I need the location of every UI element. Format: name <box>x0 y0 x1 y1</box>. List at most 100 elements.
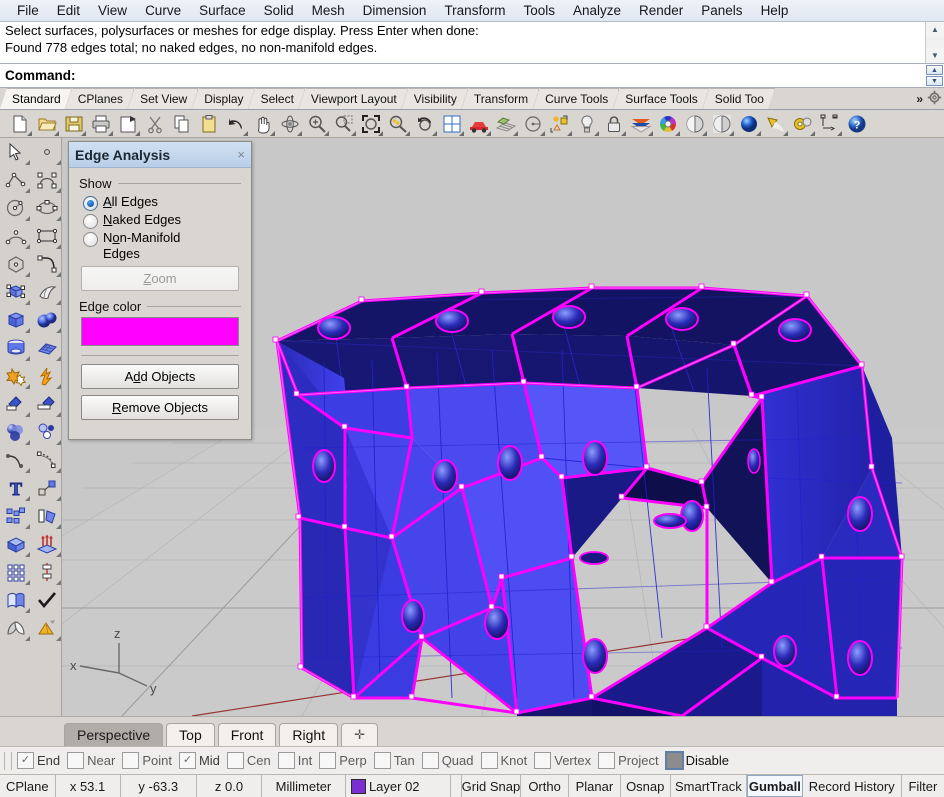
surface-grid-icon[interactable] <box>31 334 62 362</box>
menu-item-view[interactable]: View <box>89 1 136 20</box>
rotate-view-icon[interactable] <box>276 111 303 137</box>
tab-surface-tools[interactable]: Surface Tools <box>613 88 709 109</box>
arc-icon[interactable] <box>0 222 31 250</box>
osnap-tan[interactable]: Tan <box>374 752 415 769</box>
analyze-circle-icon[interactable] <box>519 111 546 137</box>
menu-item-surface[interactable]: Surface <box>190 1 255 20</box>
checkbox-near[interactable] <box>67 752 84 769</box>
scroll-down-icon[interactable]: ▼ <box>926 48 944 63</box>
fillet-curve-icon[interactable] <box>0 446 31 474</box>
menu-item-edit[interactable]: Edit <box>48 1 89 20</box>
explode-icon[interactable] <box>31 362 62 390</box>
menu-item-solid[interactable]: Solid <box>255 1 303 20</box>
viewport-tab-perspective[interactable]: Perspective <box>64 723 163 746</box>
scroll-up-icon[interactable]: ▲ <box>926 22 944 37</box>
copy-icon[interactable] <box>168 111 195 137</box>
zoom-button[interactable]: Zoom <box>81 266 239 291</box>
checkbox-quad[interactable] <box>422 752 439 769</box>
ghosted-sphere-icon[interactable] <box>708 111 735 137</box>
viewport-tab-front[interactable]: Front <box>218 723 277 746</box>
menu-item-dimension[interactable]: Dimension <box>354 1 436 20</box>
select-arrow-icon[interactable] <box>0 138 31 166</box>
tab-standard[interactable]: Standard <box>0 88 72 109</box>
status-layer[interactable]: Layer 02 <box>346 775 451 797</box>
unroll-surface-icon[interactable] <box>0 586 31 614</box>
osnap-grip-handle[interactable] <box>4 752 12 770</box>
zoom-extents-icon[interactable] <box>357 111 384 137</box>
spinner-down-icon[interactable]: ▼ <box>926 76 943 86</box>
checkbox-cen[interactable] <box>227 752 244 769</box>
checkbox-vertex[interactable] <box>534 752 551 769</box>
render-mesh-icon[interactable] <box>31 614 62 642</box>
blend-icon[interactable] <box>0 418 31 446</box>
status-osnap[interactable]: Osnap <box>621 775 671 797</box>
box-icon[interactable] <box>0 306 31 334</box>
tab-display[interactable]: Display <box>192 88 254 109</box>
spotlight-icon[interactable] <box>762 111 789 137</box>
menu-item-render[interactable]: Render <box>630 1 692 20</box>
status-grid-snap[interactable]: Grid Snap <box>462 775 521 797</box>
tab-solid-tools[interactable]: Solid Too <box>703 88 775 109</box>
polar-array-icon[interactable] <box>31 558 62 586</box>
status-units[interactable]: Millimeter <box>262 775 346 797</box>
checkbox-end[interactable]: ✓ <box>17 752 34 769</box>
edge-color-swatch[interactable] <box>81 317 239 346</box>
cylinder-icon[interactable] <box>0 334 31 362</box>
intersect-icon[interactable] <box>0 614 31 642</box>
zoom-selected-icon[interactable] <box>384 111 411 137</box>
check-object-icon[interactable] <box>31 586 62 614</box>
tab-curve-tools[interactable]: Curve Tools <box>533 88 619 109</box>
osnap-knot[interactable]: Knot <box>481 752 528 769</box>
polyline-icon[interactable] <box>0 166 31 194</box>
checkbox-perp[interactable] <box>319 752 336 769</box>
mirror-icon[interactable] <box>31 502 62 530</box>
menu-item-tools[interactable]: Tools <box>514 1 564 20</box>
rendered-sphere-icon[interactable] <box>735 111 762 137</box>
osnap-point[interactable]: Point <box>122 752 172 769</box>
osnap-mid[interactable]: ✓ Mid <box>179 752 220 769</box>
menu-item-help[interactable]: Help <box>752 1 798 20</box>
trim-icon[interactable] <box>0 390 31 418</box>
status-cplane[interactable]: CPlane <box>0 775 56 797</box>
osnap-disable[interactable]: Disable <box>666 752 729 769</box>
status-smarttrack[interactable]: SmartTrack <box>671 775 747 797</box>
freeform-curve-icon[interactable] <box>31 250 62 278</box>
offset-curve-icon[interactable] <box>31 446 62 474</box>
osnap-end[interactable]: ✓ End <box>17 752 60 769</box>
menu-item-curve[interactable]: Curve <box>136 1 190 20</box>
dimension-icon[interactable] <box>816 111 843 137</box>
polygon-icon[interactable] <box>0 250 31 278</box>
osnap-perp[interactable]: Perp <box>319 752 366 769</box>
shaded-sphere-icon[interactable] <box>681 111 708 137</box>
lock-icon[interactable] <box>600 111 627 137</box>
viewport-tab-right[interactable]: Right <box>279 723 338 746</box>
osnap-cen[interactable]: Cen <box>227 752 271 769</box>
ellipse-icon[interactable] <box>31 194 62 222</box>
point-icon[interactable] <box>31 138 62 166</box>
array-icon[interactable] <box>0 502 31 530</box>
checkbox-mid[interactable]: ✓ <box>179 752 196 769</box>
layer-color-swatch[interactable] <box>351 779 366 794</box>
remove-objects-button[interactable]: Remove Objects <box>81 395 239 420</box>
chevron-right-icon[interactable]: » <box>914 92 925 106</box>
zoom-in-icon[interactable] <box>303 111 330 137</box>
tab-viewport-layout[interactable]: Viewport Layout <box>299 88 408 109</box>
viewport-tab-top[interactable]: Top <box>166 723 215 746</box>
surface-from-points-icon[interactable] <box>0 278 31 306</box>
osnap-quad[interactable]: Quad <box>422 752 474 769</box>
menu-item-panels[interactable]: Panels <box>692 1 751 20</box>
zoom-window-icon[interactable] <box>330 111 357 137</box>
tab-transform[interactable]: Transform <box>462 88 539 109</box>
print-icon[interactable] <box>87 111 114 137</box>
save-file-icon[interactable] <box>60 111 87 137</box>
add-viewport-tab-icon[interactable]: ✛ <box>341 723 378 746</box>
osnap-int[interactable]: Int <box>278 752 312 769</box>
toolbar-settings-gear-icon[interactable] <box>927 90 942 108</box>
checkbox-int[interactable] <box>278 752 295 769</box>
status-filter[interactable]: Filter <box>902 775 944 797</box>
osnap-project[interactable]: Project <box>598 752 658 769</box>
zoom-previous-icon[interactable] <box>411 111 438 137</box>
new-file-icon[interactable] <box>6 111 33 137</box>
cut-icon[interactable] <box>141 111 168 137</box>
radio-non-manifold-edges[interactable]: Noon-Manifoldn-ManifoldEdges <box>83 230 241 262</box>
